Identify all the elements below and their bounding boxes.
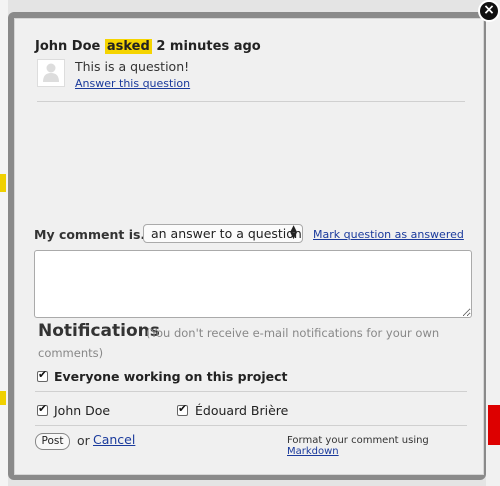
divider: [35, 425, 467, 426]
select-arrows-icon: ▲ ▼: [290, 224, 297, 241]
author-name[interactable]: John Doe: [35, 39, 100, 54]
question-text: This is a question!: [75, 59, 190, 74]
comment-type-value: an answer to a question: [151, 226, 302, 241]
notifications-note-cont: comments): [38, 346, 104, 360]
user-silhouette-icon: [43, 63, 59, 82]
person-checkbox-john-doe[interactable]: [37, 402, 48, 416]
comment-dialog: John Doe asked 2 minutes ago This is a q…: [14, 18, 484, 475]
or-text: or: [77, 433, 90, 448]
background-yellow-mark: [0, 391, 6, 405]
divider: [37, 101, 465, 102]
notifications-title: Notifications: [38, 321, 160, 341]
close-icon[interactable]: ×: [478, 0, 500, 22]
post-button[interactable]: Post: [35, 433, 70, 450]
action-highlight: asked: [104, 39, 152, 54]
background-left-strip: [0, 0, 8, 486]
markdown-link[interactable]: Markdown: [287, 446, 339, 457]
answer-question-link[interactable]: Answer this question: [75, 77, 190, 90]
background-yellow-mark: [0, 174, 6, 192]
avatar: [37, 59, 65, 87]
comment-type-label: My comment is...: [34, 227, 155, 242]
mark-answered-link[interactable]: Mark question as answered: [313, 228, 464, 241]
comment-textarea[interactable]: [34, 250, 472, 318]
notifications-note: (You don't receive e-mail notifications …: [146, 326, 440, 340]
question-time: 2 minutes ago: [156, 39, 261, 54]
background-red-mark: [488, 405, 500, 445]
cancel-link[interactable]: Cancel: [93, 432, 135, 447]
comment-type-select[interactable]: an answer to a question ▲ ▼: [143, 224, 303, 243]
everyone-label: Everyone working on this project: [54, 369, 288, 384]
person-checkbox-edouard-briere[interactable]: [177, 402, 188, 416]
person-label: John Doe: [54, 403, 111, 418]
person-label: Édouard Brière: [195, 403, 289, 418]
question-header: John Doe asked 2 minutes ago: [35, 39, 261, 54]
divider: [35, 391, 467, 392]
everyone-checkbox[interactable]: [37, 368, 48, 382]
format-hint: Format your comment using Markdown: [287, 435, 483, 457]
format-hint-text: Format your comment using: [287, 435, 429, 446]
